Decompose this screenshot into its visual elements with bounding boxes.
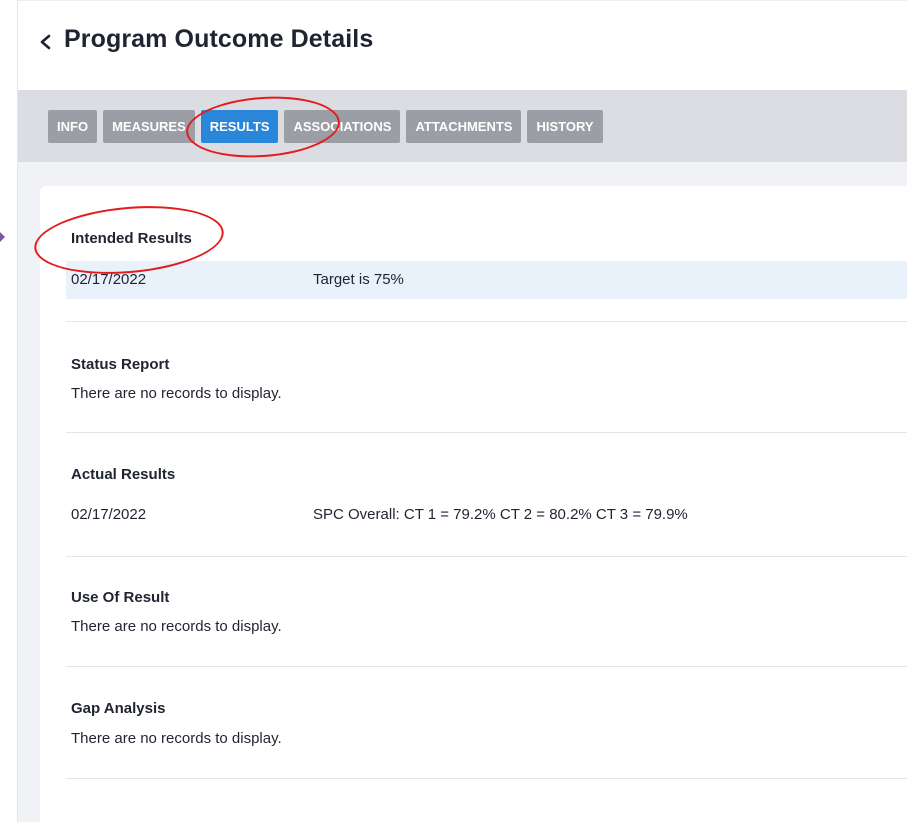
section-divider (66, 432, 907, 433)
empty-message: There are no records to display. (71, 730, 282, 747)
results-card: Intended Results 02/17/2022 Target is 75… (40, 186, 907, 822)
tab-bar: INFO MEASURES RESULTS ASSOCIATIONS ATTAC… (18, 90, 907, 162)
section-divider (66, 556, 907, 557)
section-divider (66, 666, 907, 667)
result-date: 02/17/2022 (71, 506, 147, 523)
result-date: 02/17/2022 (71, 271, 147, 288)
tab-results[interactable]: RESULTS (200, 110, 279, 143)
result-text: Target is 75% (313, 271, 404, 288)
section-title: Status Report (71, 356, 170, 373)
page-header: Program Outcome Details (18, 0, 907, 91)
tab-info[interactable]: INFO (48, 110, 98, 143)
section-actual-results: Actual Results 02/17/2022 SPC Overall: C… (66, 466, 907, 557)
section-title: Gap Analysis (71, 700, 166, 717)
page-title: Program Outcome Details (64, 25, 374, 53)
back-button[interactable] (37, 29, 55, 55)
section-divider (66, 778, 907, 779)
section-title: Intended Results (71, 230, 192, 247)
chevron-left-icon (40, 34, 51, 50)
page: Program Outcome Details INFO MEASURES RE… (0, 0, 907, 822)
section-gap-analysis: Gap Analysis There are no records to dis… (66, 700, 907, 779)
result-text: SPC Overall: CT 1 = 79.2% CT 2 = 80.2% C… (313, 506, 688, 523)
table-row[interactable]: 02/17/2022 Target is 75% (66, 261, 907, 299)
tab-associations[interactable]: ASSOCIATIONS (284, 110, 401, 143)
section-divider (66, 321, 907, 322)
tab-attachments[interactable]: ATTACHMENTS (406, 110, 522, 143)
tab-measures[interactable]: MEASURES (103, 110, 195, 143)
empty-message: There are no records to display. (71, 618, 282, 635)
tab-list: INFO MEASURES RESULTS ASSOCIATIONS ATTAC… (48, 110, 603, 143)
section-status-report: Status Report There are no records to di… (66, 356, 907, 433)
section-title: Actual Results (71, 466, 176, 483)
section-intended-results: Intended Results 02/17/2022 Target is 75… (66, 230, 907, 322)
left-rail (0, 0, 18, 822)
section-title: Use Of Result (71, 589, 170, 606)
table-row[interactable]: 02/17/2022 SPC Overall: CT 1 = 79.2% CT … (66, 496, 907, 534)
section-use-of-result: Use Of Result There are no records to di… (66, 589, 907, 667)
tab-history[interactable]: HISTORY (527, 110, 603, 143)
triangle-right-icon[interactable] (0, 232, 5, 242)
empty-message: There are no records to display. (71, 385, 282, 402)
